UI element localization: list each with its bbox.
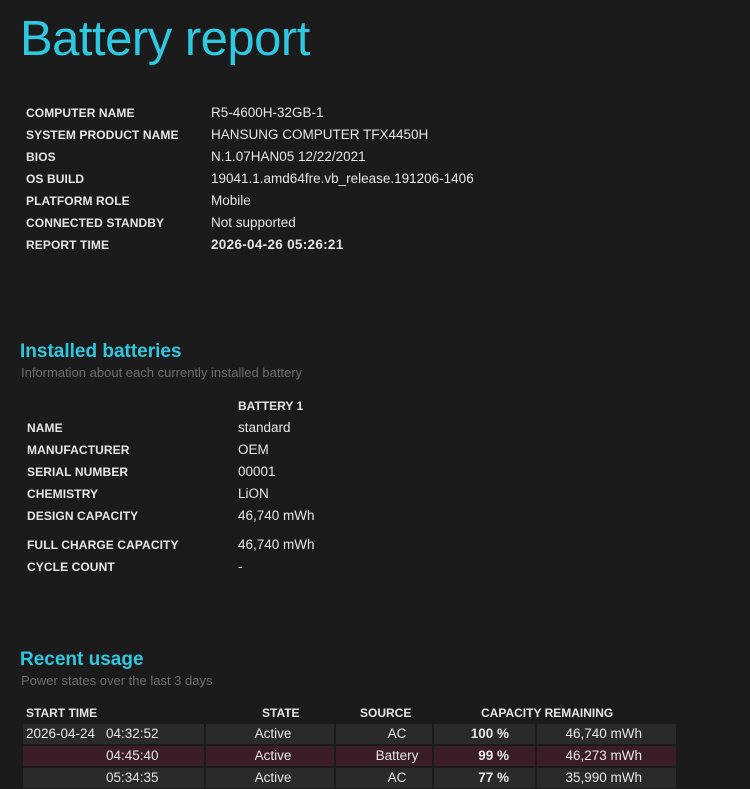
- info-label: PLATFORM ROLE: [26, 194, 130, 208]
- cell-percent: 100 %: [434, 724, 535, 744]
- cell-percent: 77 %: [434, 768, 535, 788]
- cell-state: Active: [206, 724, 334, 744]
- info-label: OS BUILD: [26, 172, 85, 186]
- info-value: Not supported: [211, 215, 296, 230]
- cell-time: 04:32:52: [106, 726, 159, 741]
- cell-start-time: 2026-04-24 04:32:52: [23, 724, 204, 744]
- recent-usage-table: START TIME STATE SOURCE CAPACITY REMAINI…: [23, 702, 676, 789]
- page-title: Battery report: [20, 12, 310, 66]
- cell-start-time: 04:45:40: [23, 746, 204, 766]
- info-value: HANSUNG COMPUTER TFX4450H: [211, 127, 429, 142]
- info-value: 2026-04-26 05:26:21: [211, 237, 344, 252]
- battery-label: NAME: [27, 421, 63, 435]
- cell-capacity: 35,990 mWh: [537, 768, 676, 788]
- battery-value: OEM: [238, 442, 269, 457]
- info-value: N.1.07HAN05 12/22/2021: [211, 149, 366, 164]
- cell-date: 2026-04-24: [26, 726, 96, 741]
- cell-source: AC: [336, 768, 432, 788]
- battery-label: FULL CHARGE CAPACITY: [27, 538, 179, 552]
- info-value: R5-4600H-32GB-1: [211, 105, 324, 120]
- info-label: SYSTEM PRODUCT NAME: [26, 128, 179, 142]
- cell-capacity: 46,273 mWh: [537, 746, 676, 766]
- cell-source: Battery: [336, 746, 432, 766]
- recent-usage-heading: Recent usage: [20, 649, 144, 670]
- table-row: 2026-04-24 04:32:52 Active AC 100 % 46,74…: [23, 724, 676, 744]
- header-source: SOURCE: [360, 706, 412, 720]
- cell-state: Active: [206, 746, 334, 766]
- info-value: Mobile: [211, 193, 251, 208]
- cell-time: 05:34:35: [106, 770, 159, 785]
- info-value: 19041.1.amd64fre.vb_release.191206-1406: [211, 171, 474, 186]
- battery-column-header: BATTERY 1: [238, 399, 304, 413]
- info-label: BIOS: [26, 150, 56, 164]
- battery-value: -: [238, 559, 243, 574]
- cell-start-time: 05:34:35: [23, 768, 204, 788]
- battery-label: MANUFACTURER: [27, 443, 130, 457]
- recent-usage-subtitle: Power states over the last 3 days: [21, 673, 213, 688]
- header-capacity-remaining: CAPACITY REMAINING: [481, 706, 614, 720]
- battery-value: 46,740 mWh: [238, 537, 315, 552]
- table-row: 04:45:40 Active Battery 99 % 46,273 mWh: [23, 746, 676, 766]
- cell-source: AC: [336, 724, 432, 744]
- battery-label: CHEMISTRY: [27, 487, 99, 501]
- header-state: STATE: [262, 706, 300, 720]
- cell-time: 04:45:40: [106, 748, 159, 763]
- battery-value: LiON: [238, 486, 269, 501]
- info-label: COMPUTER NAME: [26, 106, 135, 120]
- cell-capacity: 46,740 mWh: [537, 724, 676, 744]
- battery-value: 46,740 mWh: [238, 508, 315, 523]
- info-label: REPORT TIME: [26, 238, 110, 252]
- header-start-time: START TIME: [26, 706, 98, 720]
- battery-label: SERIAL NUMBER: [27, 465, 129, 479]
- usage-table-header: START TIME STATE SOURCE CAPACITY REMAINI…: [23, 702, 676, 724]
- installed-batteries-subtitle: Information about each currently install…: [21, 365, 303, 380]
- battery-value: 00001: [238, 464, 276, 479]
- info-label: CONNECTED STANDBY: [26, 216, 165, 230]
- installed-batteries-heading: Installed batteries: [20, 341, 182, 362]
- battery-label: DESIGN CAPACITY: [27, 509, 139, 523]
- battery-label: CYCLE COUNT: [27, 560, 115, 574]
- table-row: 05:34:35 Active AC 77 % 35,990 mWh: [23, 768, 676, 788]
- battery-value: standard: [238, 420, 291, 435]
- cell-state: Active: [206, 768, 334, 788]
- cell-percent: 99 %: [434, 746, 535, 766]
